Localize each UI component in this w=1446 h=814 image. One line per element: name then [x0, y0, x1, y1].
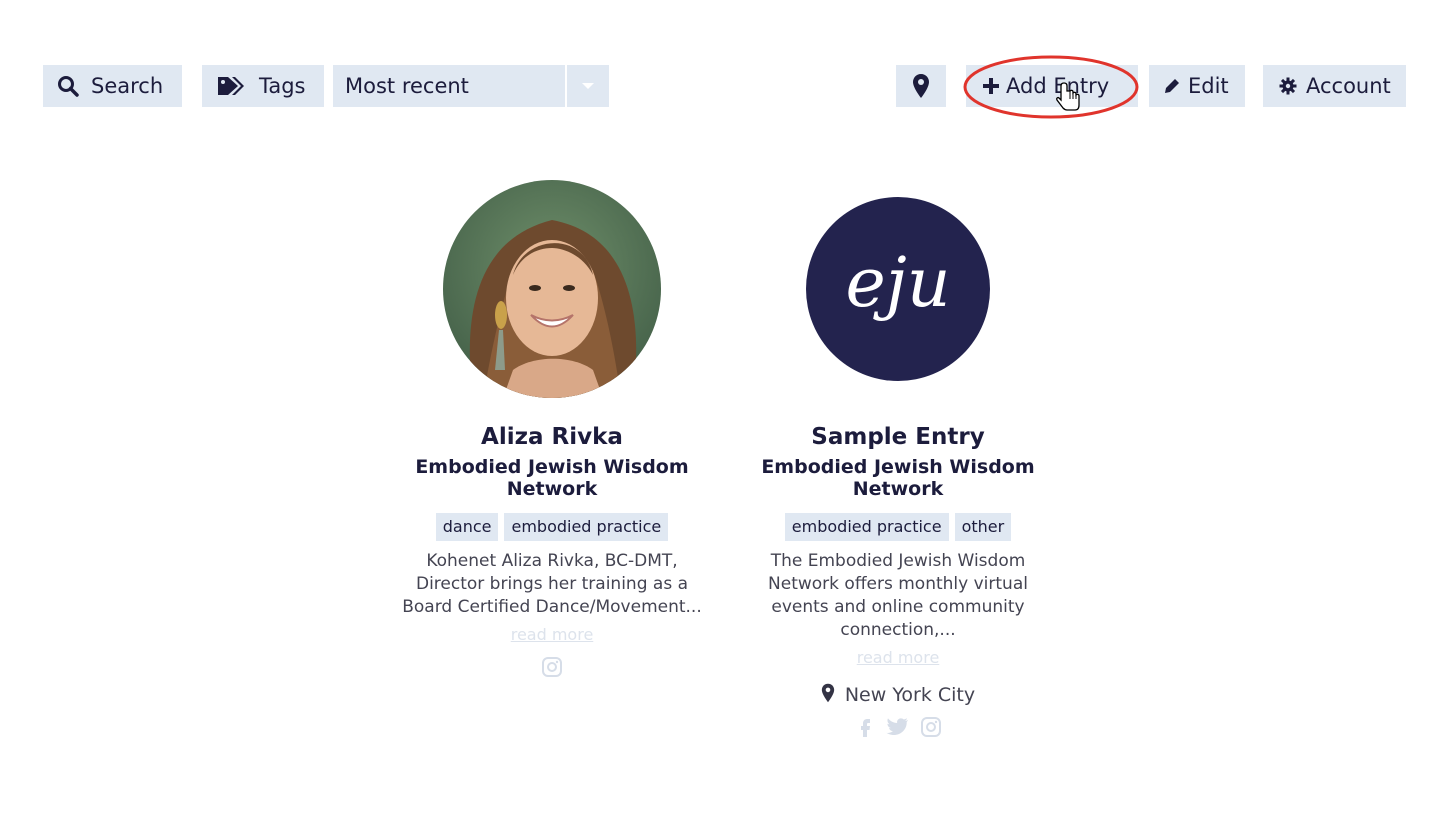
entry-card[interactable]: Aliza Rivka Embodied Jewish Wisdom Netwo…: [397, 180, 707, 682]
facebook-icon[interactable]: [854, 716, 876, 742]
annotation-overlay: [963, 55, 1139, 119]
social-links: [397, 656, 707, 682]
instagram-icon[interactable]: [541, 656, 563, 682]
gear-icon: [1279, 77, 1297, 95]
tags-button[interactable]: Tags: [202, 65, 324, 107]
entry-description: Kohenet Aliza Rivka, BC-DMT, Director br…: [402, 550, 702, 617]
sort-selected-value: Most recent: [345, 74, 469, 98]
add-entry-button[interactable]: Add Entry: [966, 65, 1138, 107]
search-icon: [57, 75, 79, 97]
tags-icon: [217, 75, 245, 97]
entry-org: Embodied Jewish Wisdom Network: [761, 455, 1035, 500]
logo-text: eju: [845, 244, 950, 323]
tags-label: Tags: [259, 74, 306, 98]
map-pin-icon: [912, 73, 930, 99]
account-label: Account: [1306, 74, 1391, 98]
account-button[interactable]: Account: [1263, 65, 1406, 107]
read-more-link[interactable]: read more: [743, 645, 1053, 671]
location-label: New York City: [844, 684, 976, 707]
tag-list: dance embodied practice: [397, 512, 707, 541]
entry-location: New York City: [743, 683, 1053, 708]
map-pin-icon: [821, 683, 835, 708]
tag[interactable]: embodied practice: [504, 512, 669, 541]
twitter-icon[interactable]: [886, 716, 910, 742]
tag[interactable]: embodied practice: [784, 512, 949, 541]
entry-name[interactable]: Sample Entry: [743, 424, 1053, 452]
edit-label: Edit: [1188, 74, 1229, 98]
tag-list: embodied practice other: [743, 512, 1053, 541]
plus-icon: [982, 77, 1000, 95]
entry-card[interactable]: eju Sample Entry Embodied Jewish Wisdom …: [743, 180, 1053, 742]
entry-name[interactable]: Aliza Rivka: [397, 424, 707, 452]
pencil-icon: [1163, 77, 1181, 95]
location-filter-button[interactable]: [896, 65, 946, 107]
edit-button[interactable]: Edit: [1149, 65, 1245, 107]
search-label: Search: [91, 74, 164, 98]
tag[interactable]: dance: [435, 512, 499, 541]
read-more-link[interactable]: read more: [397, 622, 707, 648]
avatar[interactable]: eju: [789, 180, 1007, 398]
chevron-down-icon[interactable]: [565, 65, 609, 107]
entry-description: The Embodied Jewish Wisdom Network offer…: [768, 550, 1028, 640]
social-links: [743, 716, 1053, 742]
search-button[interactable]: Search: [43, 65, 182, 107]
sort-select[interactable]: Most recent: [333, 65, 609, 107]
tag[interactable]: other: [954, 512, 1012, 541]
avatar[interactable]: [443, 180, 661, 398]
add-entry-label: Add Entry: [1006, 74, 1110, 98]
entry-org: Embodied Jewish Wisdom Network: [415, 455, 689, 500]
instagram-icon[interactable]: [920, 716, 942, 742]
